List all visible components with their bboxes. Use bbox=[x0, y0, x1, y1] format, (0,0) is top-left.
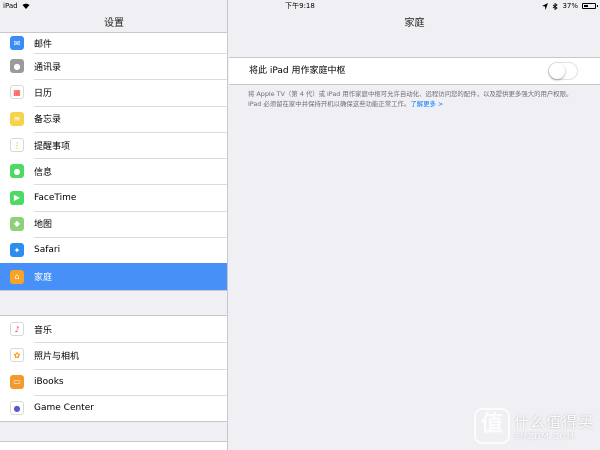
music-icon: ♪ bbox=[10, 322, 24, 337]
toggle-knob bbox=[549, 63, 565, 79]
sidebar-item-game-center[interactable]: ● Game Center bbox=[0, 394, 227, 421]
sidebar-item-label: Safari bbox=[34, 245, 61, 256]
watermark-text: 什么值得买 bbox=[513, 413, 594, 431]
reminders-icon: ⋮ bbox=[10, 138, 24, 153]
watermark-domain: SMZDM.COM bbox=[513, 432, 575, 441]
status-bar: iPad 下午9:18 37% bbox=[0, 0, 600, 12]
home-hub-footnote: 将 Apple TV（第 4 代）或 iPad 用作家庭中枢可允许自动化、远程访… bbox=[248, 90, 584, 109]
sidebar-item-contacts[interactable]: ● 通讯录 bbox=[0, 53, 227, 79]
sidebar-item-label: FaceTime bbox=[34, 192, 77, 203]
settings-group-apps: ✉ 邮件 ● 通讯录 ▦ 日历 ≡ 备忘录 ⋮ 提醒事项 ● 信息 ▶ FaceTime ◆ 地图 ✦ Safar… bbox=[0, 32, 227, 291]
sidebar-item-maps[interactable]: ◆ 地图 bbox=[0, 210, 227, 237]
maps-icon: ◆ bbox=[10, 216, 24, 231]
sidebar-item-reminders[interactable]: ⋮ 提醒事项 bbox=[0, 131, 227, 158]
game-center-icon: ● bbox=[10, 401, 24, 416]
sidebar-item-mail[interactable]: ✉ 邮件 bbox=[0, 33, 227, 53]
sidebar-item-label: 提醒事项 bbox=[34, 141, 71, 152]
battery-icon bbox=[582, 3, 598, 9]
home-hub-toggle-label: 将此 iPad 用作家庭中枢 bbox=[249, 66, 346, 76]
home-icon: ⌂ bbox=[10, 269, 24, 284]
safari-icon: ✦ bbox=[10, 243, 24, 258]
sidebar-item-label: 家庭 bbox=[34, 273, 53, 284]
ibooks-icon: ▭ bbox=[10, 374, 24, 389]
sidebar-item-label: 日历 bbox=[34, 88, 53, 99]
sidebar-item-label: 音乐 bbox=[34, 325, 53, 336]
settings-group-media: ♪ 音乐 ✿ 照片与相机 ▭ iBooks ● Game Center bbox=[0, 315, 227, 423]
sidebar-item-calendar[interactable]: ▦ 日历 bbox=[0, 79, 227, 105]
sidebar-item-safari[interactable]: ✦ Safari bbox=[0, 237, 227, 263]
contacts-icon: ● bbox=[10, 59, 24, 74]
notes-icon: ≡ bbox=[10, 111, 24, 126]
sidebar-item-label: Game Center bbox=[34, 403, 94, 414]
sidebar-item-home[interactable]: ⌂ 家庭 bbox=[0, 263, 227, 290]
photos-icon: ✿ bbox=[10, 348, 24, 363]
smzdm-watermark: 值 什么值得买 SMZDM.COM bbox=[473, 408, 594, 444]
mail-icon: ✉ bbox=[10, 36, 24, 50]
sidebar-item-notes[interactable]: ≡ 备忘录 bbox=[0, 105, 227, 132]
sidebar-item-label: 照片与相机 bbox=[34, 351, 80, 362]
sidebar-title: 设置 bbox=[104, 18, 124, 29]
battery-percent: 37% bbox=[562, 2, 578, 10]
sidebar-item-label: 邮件 bbox=[34, 39, 53, 50]
home-hub-cell: 将此 iPad 用作家庭中枢 bbox=[229, 57, 600, 85]
sidebar-item-ibooks[interactable]: ▭ iBooks bbox=[0, 368, 227, 395]
sidebar-item-music[interactable]: ♪ 音乐 bbox=[0, 316, 227, 342]
home-hub-toggle[interactable] bbox=[548, 62, 578, 80]
sidebar-item-label: 备忘录 bbox=[34, 115, 62, 126]
battery-level-fill bbox=[584, 5, 589, 7]
facetime-icon: ▶ bbox=[10, 190, 24, 205]
sidebar-item-label: 通讯录 bbox=[34, 62, 62, 73]
page-title: 家庭 bbox=[404, 18, 425, 29]
calendar-icon: ▦ bbox=[10, 85, 24, 100]
sidebar-item-facetime[interactable]: ▶ FaceTime bbox=[0, 184, 227, 210]
watermark-logo: 值 bbox=[473, 408, 510, 444]
sidebar-item-photos[interactable]: ✿ 照片与相机 bbox=[0, 342, 227, 368]
learn-more-link[interactable]: 了解更多 > bbox=[410, 100, 443, 108]
status-time: 下午9:18 bbox=[285, 2, 315, 10]
messages-icon: ● bbox=[10, 164, 24, 179]
bluetooth-icon bbox=[553, 2, 559, 10]
settings-sidebar: ✉ 邮件 ● 通讯录 ▦ 日历 ≡ 备忘录 ⋮ 提醒事项 ● 信息 ▶ FaceTime ◆ 地图 ✦ Safar… bbox=[0, 0, 228, 450]
sidebar-item-label: iBooks bbox=[34, 376, 64, 387]
sidebar-item-messages[interactable]: ● 信息 bbox=[0, 158, 227, 184]
sidebar-item-label: 信息 bbox=[34, 167, 53, 178]
sidebar-item-label: 地图 bbox=[34, 220, 53, 231]
settings-group-next bbox=[0, 441, 227, 450]
location-icon bbox=[542, 2, 549, 10]
